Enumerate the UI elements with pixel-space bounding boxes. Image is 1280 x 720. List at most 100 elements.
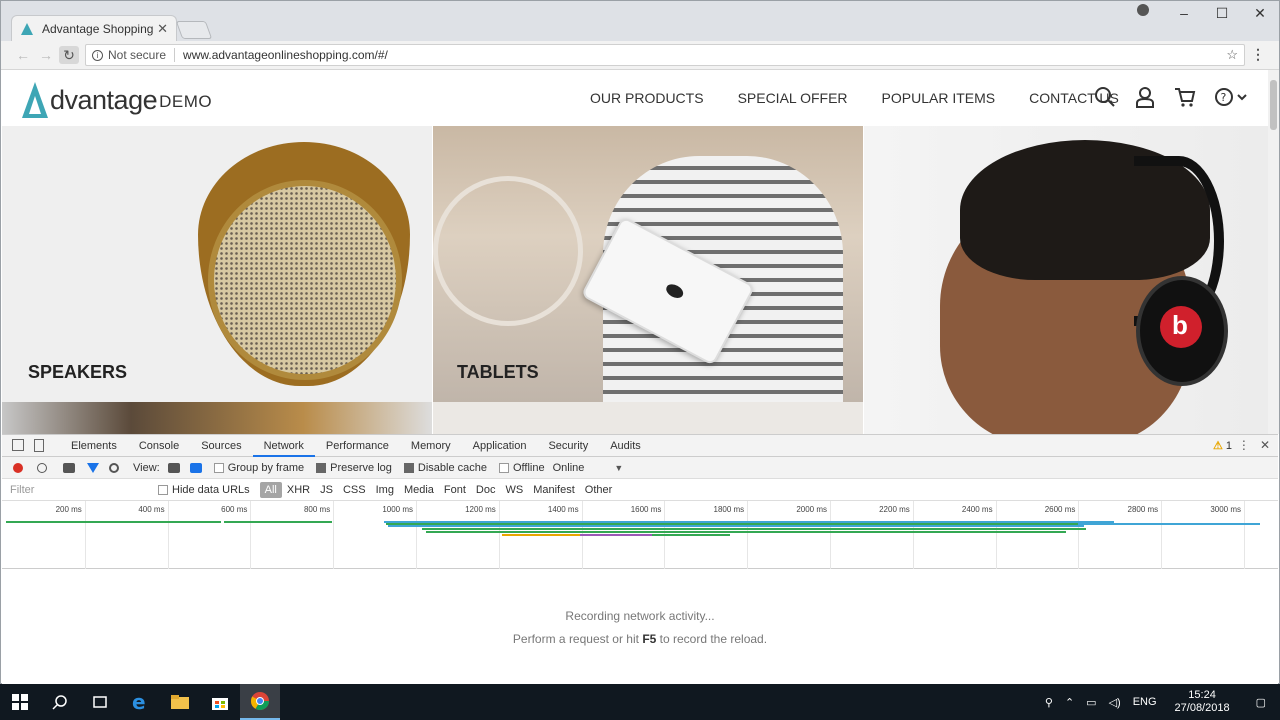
search-network-icon[interactable] (109, 462, 119, 473)
network-filter-bar: Filter Hide data URLs All XHR JS CSS Img… (2, 479, 1278, 501)
tab-close-icon[interactable]: ✕ (157, 21, 168, 37)
reload-icon[interactable]: ↻ (59, 46, 79, 64)
security-label[interactable]: Not secure (108, 48, 176, 62)
new-tab-button[interactable] (175, 21, 213, 39)
close-window-icon[interactable]: ✕ (1241, 1, 1279, 25)
type-filter-xhr[interactable]: XHR (282, 482, 315, 498)
category-tile-headphones[interactable] (864, 126, 1268, 434)
page-scrollbar[interactable] (1268, 70, 1279, 434)
people-icon[interactable]: ⚲ (1039, 696, 1059, 709)
timeline-tick-label: 600 ms (221, 505, 248, 514)
tab-elements[interactable]: Elements (60, 435, 128, 457)
type-filter-all[interactable]: All (259, 481, 282, 498)
language-indicator[interactable]: ENG (1127, 696, 1163, 708)
task-view-icon[interactable] (80, 684, 120, 720)
hide-data-urls-label: Hide data URLs (172, 483, 250, 496)
volume-icon[interactable]: ◁) (1103, 696, 1127, 709)
tab-security[interactable]: Security (537, 435, 599, 457)
tab-title: Advantage Shopping (42, 21, 154, 36)
large-rows-icon[interactable] (167, 462, 180, 473)
desktop-screen: Advantage Shopping ✕ – ☐ ✕ ← → ↻ i Not s… (0, 0, 1280, 720)
clear-icon[interactable] (37, 462, 47, 473)
search-icon[interactable] (1094, 86, 1116, 108)
tab-memory[interactable]: Memory (400, 435, 462, 457)
network-icon[interactable]: ▭ (1080, 696, 1102, 709)
windows-taskbar: e ⚲ ⌃ ▭ ◁) ENG 15:24 27/08/2018 ▢ (0, 684, 1280, 720)
browser-menu-icon[interactable]: ⋮ (1251, 46, 1265, 63)
nav-our-products[interactable]: OUR PRODUCTS (590, 90, 704, 106)
forward-arrow-icon[interactable]: → (36, 46, 56, 64)
nav-popular-items[interactable]: POPULAR ITEMS (882, 90, 996, 106)
reload-hint: Perform a request or hit F5 to record th… (2, 632, 1278, 646)
group-by-frame-checkbox[interactable] (213, 462, 224, 473)
help-dropdown-icon[interactable]: ? (1214, 86, 1248, 108)
category-tile-mice[interactable] (433, 402, 863, 434)
scrollbar-thumb[interactable] (1270, 80, 1277, 130)
timeline-tick: 800 ms (304, 501, 335, 569)
throttling-select[interactable]: Online (553, 462, 585, 474)
type-filter-ws[interactable]: WS (500, 482, 528, 498)
category-tile-speakers[interactable]: SPEAKERS (2, 126, 432, 402)
browser-toolbar: ← → ↻ i Not secure www.advantageonlinesh… (1, 41, 1279, 70)
maximize-icon[interactable]: ☐ (1203, 1, 1241, 25)
tab-network[interactable]: Network (252, 435, 315, 457)
network-controls: View: Group by frame Preserve log Disabl… (2, 457, 1278, 479)
throttling-dropdown-icon[interactable]: ▼ (614, 463, 623, 473)
devtools-menu-icon[interactable]: ⋮ (1238, 438, 1250, 452)
bicycle-wheel (433, 176, 583, 326)
cart-icon[interactable] (1174, 86, 1196, 108)
disable-cache-checkbox[interactable] (403, 462, 414, 473)
user-icon[interactable] (1134, 86, 1156, 108)
show-hidden-icons[interactable]: ⌃ (1059, 696, 1080, 709)
file-explorer-icon[interactable] (160, 684, 200, 720)
browser-tab[interactable]: Advantage Shopping ✕ (11, 15, 177, 41)
profile-icon[interactable] (1137, 4, 1149, 16)
address-bar[interactable]: i Not secure www.advantageonlineshopping… (85, 44, 1245, 66)
type-filter-js[interactable]: JS (315, 482, 338, 498)
type-filter-manifest[interactable]: Manifest (528, 482, 580, 498)
taskbar-clock[interactable]: 15:24 27/08/2018 (1163, 689, 1242, 715)
type-filter-media[interactable]: Media (399, 482, 439, 498)
type-filter-other[interactable]: Other (580, 482, 618, 498)
network-overview-timeline[interactable]: 200 ms 400 ms 600 ms 800 ms 1000 ms 1200 ms 14… (2, 501, 1278, 569)
back-arrow-icon[interactable]: ← (13, 46, 33, 64)
chrome-taskbar-icon[interactable] (240, 684, 280, 720)
search-taskbar-icon[interactable] (40, 684, 80, 720)
filter-input[interactable]: Filter (6, 482, 146, 498)
type-filter-img[interactable]: Img (371, 482, 399, 498)
waterfall-overview-icon[interactable] (189, 462, 202, 473)
tab-audits[interactable]: Audits (599, 435, 652, 457)
url-text[interactable]: www.advantageonlineshopping.com/#/ (183, 48, 388, 62)
site-logo[interactable]: dvantage DEMO (22, 78, 212, 118)
warning-badge[interactable]: ⚠ 1 (1213, 439, 1232, 452)
info-icon[interactable]: i (92, 49, 103, 61)
type-filter-css[interactable]: CSS (338, 482, 371, 498)
inspect-element-icon[interactable] (12, 439, 24, 451)
device-toolbar-icon[interactable] (34, 439, 44, 452)
category-tile-laptops[interactable] (2, 402, 432, 434)
devtools-close-icon[interactable]: ✕ (1260, 438, 1270, 452)
recording-message: Recording network activity... (565, 609, 715, 623)
request-bar (1078, 523, 1260, 525)
tab-console[interactable]: Console (128, 435, 190, 457)
tab-performance[interactable]: Performance (315, 435, 400, 457)
start-windows-icon[interactable] (0, 684, 40, 720)
record-icon[interactable] (13, 462, 23, 473)
category-tile-tablets[interactable]: TABLETS (433, 126, 863, 402)
preserve-log-checkbox[interactable] (316, 462, 327, 473)
tile-label-speakers: SPEAKERS (28, 362, 128, 382)
tab-sources[interactable]: Sources (190, 435, 252, 457)
offline-checkbox[interactable] (498, 462, 509, 473)
capture-screenshots-icon[interactable] (63, 462, 75, 473)
type-filter-doc[interactable]: Doc (471, 482, 501, 498)
store-icon[interactable] (200, 684, 240, 720)
bookmark-star-icon[interactable]: ☆ (1226, 47, 1238, 63)
hide-data-urls-checkbox[interactable] (158, 484, 168, 495)
action-center-icon[interactable]: ▢ (1242, 696, 1280, 709)
type-filter-font[interactable]: Font (439, 482, 471, 498)
edge-browser-icon[interactable]: e (120, 684, 160, 720)
tab-application[interactable]: Application (462, 435, 538, 457)
minimize-icon[interactable]: – (1165, 1, 1203, 25)
filter-icon[interactable] (87, 462, 99, 473)
nav-special-offer[interactable]: SPECIAL OFFER (738, 90, 848, 106)
